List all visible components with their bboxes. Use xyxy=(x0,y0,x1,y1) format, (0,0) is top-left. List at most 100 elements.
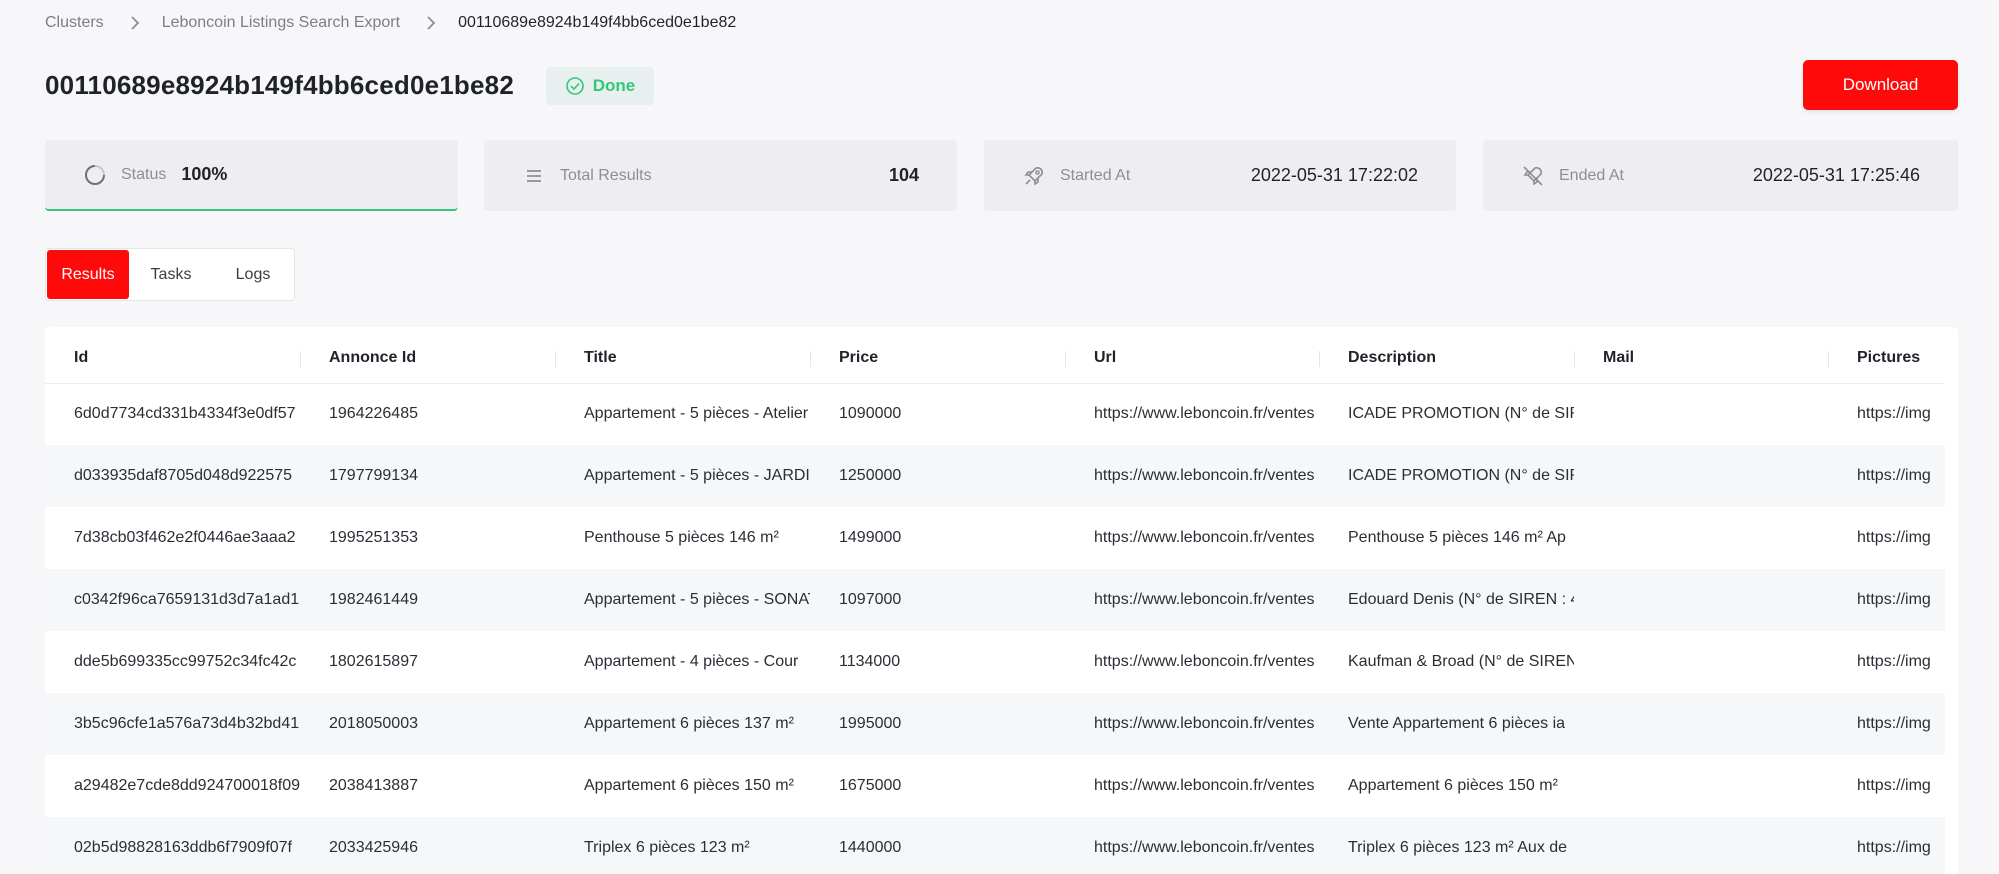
cell-pictures[interactable]: https://img xyxy=(1828,631,1945,693)
cell-description: Vente Appartement 6 pièces ia xyxy=(1319,693,1574,755)
column-separator xyxy=(1828,351,1829,367)
cell-title: Penthouse 5 pièces 146 m² xyxy=(584,529,779,546)
cell-id: dde5b699335cc99752c34fc42c xyxy=(74,653,297,670)
cell-mail xyxy=(1574,755,1828,817)
column-header-label: Price xyxy=(839,348,879,366)
column-header-title[interactable]: Title xyxy=(555,327,810,384)
cell-description: ICADE PROMOTION (N° de SIREN xyxy=(1319,445,1574,507)
status-value: 100% xyxy=(181,164,228,184)
cell-price: 1090000 xyxy=(839,405,902,423)
cell-description: Appartement 6 pièces 150 m² xyxy=(1348,777,1558,794)
column-separator xyxy=(555,351,556,367)
cell-pictures[interactable]: https://img xyxy=(1828,569,1945,631)
column-header-pictures[interactable]: Pictures xyxy=(1828,327,1945,384)
cell-pictures[interactable]: https://img xyxy=(1828,817,1945,874)
results-table: Id Annonce Id Title Price Url Descriptio… xyxy=(45,327,1945,874)
cell-id: 6d0d7734cd331b4334f3e0df57 xyxy=(74,405,296,423)
column-header-label: Url xyxy=(1094,348,1117,366)
cell-annonce-id: 2038413887 xyxy=(329,777,418,794)
column-separator xyxy=(810,351,811,367)
breadcrumb: Clusters Leboncoin Listings Search Expor… xyxy=(45,12,736,34)
list-icon xyxy=(522,164,546,188)
tab-tasks[interactable]: Tasks xyxy=(129,250,213,299)
cell-id: d033935daf8705d048d922575 xyxy=(45,445,300,507)
column-separator xyxy=(300,351,301,367)
spinner-icon xyxy=(83,163,107,187)
cell-title: Appartement - 4 pièces - Cour xyxy=(584,653,799,670)
chevron-right-icon xyxy=(426,15,436,31)
column-header-label: Title xyxy=(584,348,617,366)
column-header-label: Pictures xyxy=(1857,348,1921,366)
column-header-price[interactable]: Price xyxy=(810,327,1065,384)
check-circle-icon xyxy=(565,76,585,96)
column-separator xyxy=(1065,351,1066,367)
cell-url[interactable]: https://www.leboncoin.fr/ventes xyxy=(1065,631,1319,693)
cell-url[interactable]: https://www.leboncoin.fr/ventes xyxy=(1065,383,1319,445)
table-header-row: Id Annonce Id Title Price Url Descriptio… xyxy=(45,327,1945,384)
table-row: 02b5d98828163ddb6f7909f07f 2033425946 Tr… xyxy=(45,817,1945,874)
cell-id: 02b5d98828163ddb6f7909f07f xyxy=(45,817,300,874)
cell-url[interactable]: https://www.leboncoin.fr/ventes xyxy=(1065,507,1319,569)
cell-url[interactable]: https://www.leboncoin.fr/ventes xyxy=(1065,445,1319,507)
cell-mail xyxy=(1574,507,1828,569)
status-badge-label: Done xyxy=(592,76,636,95)
cell-description: ICADE PROMOTION (N° de SIREN xyxy=(1348,405,1574,423)
total-results-label: Total Results xyxy=(560,166,652,184)
status-label: Status xyxy=(121,165,167,183)
cell-title: Triplex 6 pièces 123 m² xyxy=(555,817,810,874)
total-results-card: Total Results 104 xyxy=(484,140,957,211)
breadcrumb-item-clusters[interactable]: Clusters xyxy=(45,14,104,32)
cell-url[interactable]: https://www.leboncoin.fr/ventes xyxy=(1065,569,1319,631)
column-header-annonce-id[interactable]: Annonce Id xyxy=(300,327,555,384)
breadcrumb-item-cluster-name[interactable]: Leboncoin Listings Search Export xyxy=(162,14,400,32)
column-separator xyxy=(1319,351,1320,367)
table-row: 6d0d7734cd331b4334f3e0df57 1964226485 Ap… xyxy=(45,383,1945,445)
cell-price: 1995000 xyxy=(810,693,1065,755)
cell-mail xyxy=(1574,569,1828,631)
download-button[interactable]: Download xyxy=(1803,60,1958,110)
cell-mail xyxy=(1574,383,1828,445)
column-header-id[interactable]: Id xyxy=(45,327,300,384)
cell-id: a29482e7cde8dd924700018f09 xyxy=(74,777,300,794)
cell-mail xyxy=(1574,693,1828,755)
rocket-off-icon xyxy=(1521,164,1545,188)
status-badge: Done xyxy=(546,67,654,105)
column-header-label: Annonce Id xyxy=(329,348,417,366)
ended-at-card: Ended At 2022-05-31 17:25:46 xyxy=(1483,140,1958,211)
column-header-description[interactable]: Description xyxy=(1319,327,1574,384)
started-at-value: 2022-05-31 17:22:02 xyxy=(1250,165,1418,185)
results-table-panel: Id Annonce Id Title Price Url Descriptio… xyxy=(45,327,1958,874)
ended-at-label: Ended At xyxy=(1559,166,1624,184)
cell-id: 3b5c96cfe1a576a73d4b32bd41 xyxy=(45,693,300,755)
column-header-mail[interactable]: Mail xyxy=(1574,327,1828,384)
cell-pictures[interactable]: https://img xyxy=(1828,445,1945,507)
cell-pictures[interactable]: https://img xyxy=(1828,507,1945,569)
tab-logs[interactable]: Logs xyxy=(213,250,293,299)
cell-annonce-id: 1995251353 xyxy=(329,529,418,546)
cell-annonce-id: 2033425946 xyxy=(300,817,555,874)
cell-price: 1440000 xyxy=(810,817,1065,874)
cell-title: Appartement - 5 pièces - SONATE xyxy=(555,569,810,631)
cell-url[interactable]: https://www.leboncoin.fr/ventes xyxy=(1065,755,1319,817)
rocket-icon xyxy=(1022,164,1046,188)
cell-annonce-id: 2018050003 xyxy=(300,693,555,755)
cell-price: 1097000 xyxy=(810,569,1065,631)
column-header-url[interactable]: Url xyxy=(1065,327,1319,384)
cell-description: Kaufman & Broad (N° de SIREN xyxy=(1348,653,1574,670)
cell-title: Appartement - 5 pièces - Atelier xyxy=(584,405,809,423)
table-row: d033935daf8705d048d922575 1797799134 App… xyxy=(45,445,1945,507)
cell-pictures[interactable]: https://img xyxy=(1828,693,1945,755)
cell-url[interactable]: https://www.leboncoin.fr/ventes xyxy=(1065,817,1319,874)
column-separator xyxy=(1574,351,1575,367)
breadcrumb-item-current: 00110689e8924b149f4bb6ced0e1be82 xyxy=(458,14,737,31)
page-title: 00110689e8924b149f4bb6ced0e1be82 xyxy=(45,70,514,100)
cell-mail xyxy=(1574,631,1828,693)
cell-pictures[interactable]: https://img xyxy=(1828,755,1945,817)
table-row: 3b5c96cfe1a576a73d4b32bd41 2018050003 Ap… xyxy=(45,693,1945,755)
cell-pictures[interactable]: https://img xyxy=(1828,383,1945,445)
cell-id: 7d38cb03f462e2f0446ae3aaa2 xyxy=(74,529,296,546)
cell-url[interactable]: https://www.leboncoin.fr/ventes xyxy=(1065,693,1319,755)
tab-results[interactable]: Results xyxy=(47,250,129,299)
table-row: dde5b699335cc99752c34fc42c 1802615897 Ap… xyxy=(45,631,1945,693)
cell-price: 1250000 xyxy=(810,445,1065,507)
